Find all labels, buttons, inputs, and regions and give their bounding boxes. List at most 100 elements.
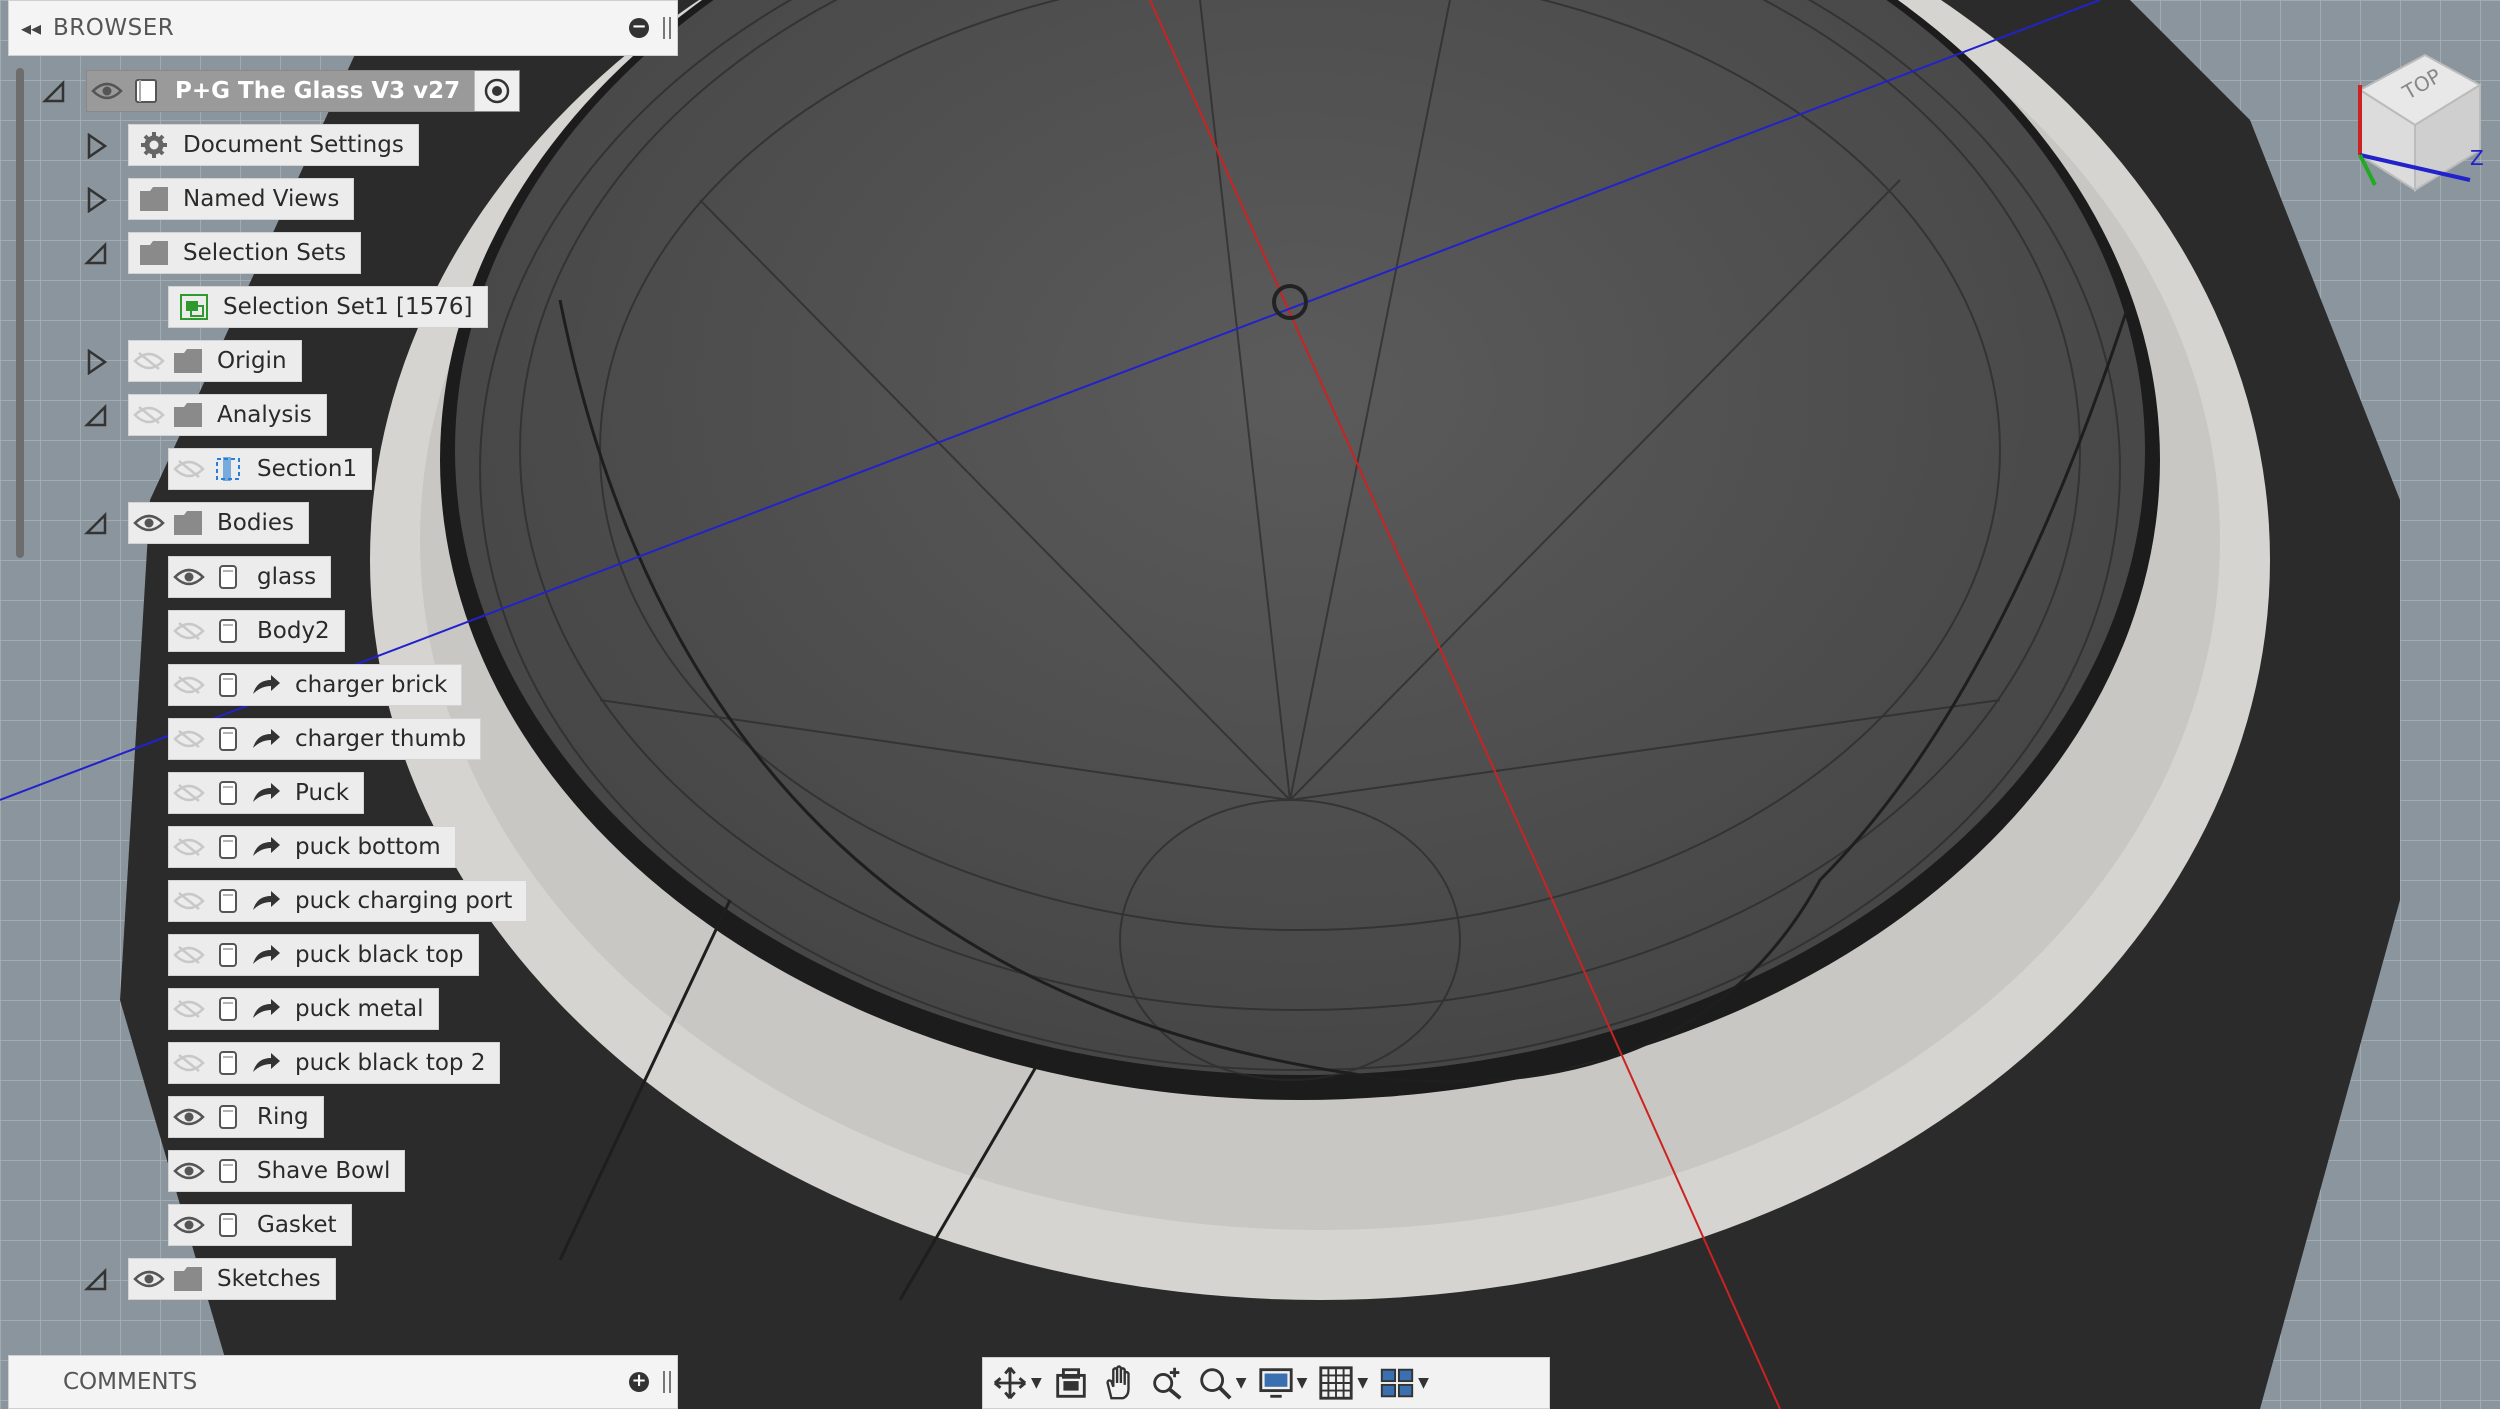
view-cube[interactable]: TOP Z xyxy=(2330,40,2490,200)
section-icon xyxy=(209,449,247,489)
tree-row-body-gasket[interactable]: Gasket xyxy=(168,1204,352,1246)
body-icon xyxy=(209,881,247,921)
tree-row-body-puck-bottom[interactable]: puck bottom xyxy=(168,826,456,868)
minimize-panel-button[interactable]: − xyxy=(629,18,649,38)
collapse-sketches-icon[interactable] xyxy=(78,1258,114,1302)
tree-row-body-charger-brick[interactable]: charger brick xyxy=(168,664,463,706)
tree-row-analysis[interactable]: Analysis xyxy=(128,394,327,436)
tree-item-label: Ring xyxy=(257,1104,309,1130)
tree-row-selection-set1[interactable]: Selection Set1 [1576] xyxy=(168,286,488,328)
visibility-hidden-icon[interactable] xyxy=(169,1043,209,1083)
tree-item-label: Document Settings xyxy=(183,132,404,158)
expand-named-views-icon[interactable] xyxy=(78,178,114,222)
comments-grip-handle[interactable] xyxy=(663,1371,671,1393)
root-component-label: P+G The Glass V3 v27 xyxy=(175,78,461,104)
folder-icon xyxy=(169,395,207,435)
link-arrow-icon xyxy=(247,935,285,975)
component-icon xyxy=(127,71,165,111)
visibility-eye-icon[interactable] xyxy=(169,1205,209,1245)
tree-row-body-ring[interactable]: Ring xyxy=(168,1096,324,1138)
gear-icon xyxy=(135,125,173,165)
tree-row-body-puck-charging-port[interactable]: puck charging port xyxy=(168,880,528,922)
display-dropdown-icon[interactable]: ▼ xyxy=(1297,1375,1308,1391)
browser-title: BROWSER xyxy=(53,15,175,41)
visibility-hidden-icon[interactable] xyxy=(129,341,169,381)
tree-row-named-views[interactable]: Named Views xyxy=(128,178,355,220)
visibility-hidden-icon[interactable] xyxy=(169,773,209,813)
fit-dropdown-icon[interactable]: ▼ xyxy=(1236,1375,1247,1391)
collapse-analysis-icon[interactable] xyxy=(78,394,114,438)
tree-row-document-settings[interactable]: Document Settings xyxy=(128,124,419,166)
tree-row-body-shave-bowl[interactable]: Shave Bowl xyxy=(168,1150,406,1192)
zoom-icon xyxy=(1153,1367,1182,1400)
tree-item-label: Bodies xyxy=(217,510,294,536)
fit-tool[interactable]: ▼ xyxy=(1196,1361,1247,1405)
grid-dropdown-icon[interactable]: ▼ xyxy=(1357,1375,1368,1391)
viewports-tool[interactable]: ▼ xyxy=(1378,1361,1429,1405)
visibility-hidden-icon[interactable] xyxy=(169,989,209,1029)
visibility-hidden-icon[interactable] xyxy=(169,827,209,867)
display-settings-tool[interactable]: ▼ xyxy=(1257,1361,1308,1405)
link-arrow-icon xyxy=(247,719,285,759)
tree-item-label: charger thumb xyxy=(295,726,467,752)
tree-row-body-body2[interactable]: Body2 xyxy=(168,610,345,652)
link-arrow-icon xyxy=(247,665,285,705)
visibility-hidden-icon[interactable] xyxy=(169,665,209,705)
visibility-hidden-icon[interactable] xyxy=(129,395,169,435)
browser-scrollbar[interactable] xyxy=(16,68,24,558)
body-icon xyxy=(209,989,247,1029)
link-arrow-icon xyxy=(247,773,285,813)
expand-document-settings-icon[interactable] xyxy=(78,124,114,168)
expand-root-icon[interactable] xyxy=(36,70,72,114)
tree-item-label: puck black top 2 xyxy=(295,1050,486,1076)
orbit-icon xyxy=(993,1366,1027,1400)
root-component-row[interactable]: P+G The Glass V3 v27 xyxy=(86,70,521,112)
tree-row-body-puck-metal[interactable]: puck metal xyxy=(168,988,439,1030)
collapse-selection-sets-icon[interactable] xyxy=(78,232,114,276)
orbit-dropdown-icon[interactable]: ▼ xyxy=(1031,1375,1042,1391)
visibility-eye-icon[interactable] xyxy=(169,1151,209,1191)
look-at-tool[interactable] xyxy=(1052,1361,1090,1405)
tree-item-label: glass xyxy=(257,564,317,590)
orbit-tool[interactable]: ▼ xyxy=(991,1361,1042,1405)
activate-component-icon[interactable] xyxy=(474,71,520,111)
link-arrow-icon xyxy=(247,989,285,1029)
visibility-hidden-icon[interactable] xyxy=(169,881,209,921)
tree-row-body-puck[interactable]: Puck xyxy=(168,772,365,814)
tree-item-label: charger brick xyxy=(295,672,448,698)
grid-tool[interactable]: ▼ xyxy=(1317,1361,1368,1405)
visibility-hidden-icon[interactable] xyxy=(169,611,209,651)
folder-icon xyxy=(135,179,173,219)
tree-row-body-puck-black-top[interactable]: puck black top xyxy=(168,934,479,976)
tree-row-selection-sets[interactable]: Selection Sets xyxy=(128,232,362,274)
zoom-tool[interactable] xyxy=(1148,1361,1186,1405)
tree-row-body-puck-black-top-2[interactable]: puck black top 2 xyxy=(168,1042,501,1084)
visibility-eye-icon[interactable] xyxy=(87,71,127,111)
collapse-panel-icon[interactable]: ◂◂ xyxy=(9,16,53,40)
collapse-bodies-icon[interactable] xyxy=(78,502,114,546)
visibility-eye-icon[interactable] xyxy=(129,503,169,543)
tree-row-bodies[interactable]: Bodies xyxy=(128,502,309,544)
tree-row-origin[interactable]: Origin xyxy=(128,340,302,382)
tree-row-sketches[interactable]: Sketches xyxy=(128,1258,336,1300)
visibility-eye-icon[interactable] xyxy=(169,1097,209,1137)
tree-item-label: Sketches xyxy=(217,1266,321,1292)
visibility-eye-icon[interactable] xyxy=(169,557,209,597)
tree-item-label: Origin xyxy=(217,348,287,374)
add-comment-button[interactable]: + xyxy=(629,1372,649,1392)
visibility-hidden-icon[interactable] xyxy=(169,719,209,759)
pan-tool[interactable] xyxy=(1100,1361,1138,1405)
viewports-dropdown-icon[interactable]: ▼ xyxy=(1418,1375,1429,1391)
body-icon xyxy=(209,1097,247,1137)
visibility-hidden-icon[interactable] xyxy=(169,449,209,489)
tree-row-section1[interactable]: Section1 xyxy=(168,448,373,490)
panel-grip-handle[interactable] xyxy=(663,17,671,39)
visibility-hidden-icon[interactable] xyxy=(169,935,209,975)
visibility-eye-icon[interactable] xyxy=(129,1259,169,1299)
selset-icon xyxy=(175,287,213,327)
tree-row-body-charger-thumb[interactable]: charger thumb xyxy=(168,718,482,760)
tree-item-label: Puck xyxy=(295,780,350,806)
body-icon xyxy=(209,827,247,867)
tree-row-body-glass[interactable]: glass xyxy=(168,556,332,598)
expand-origin-icon[interactable] xyxy=(78,340,114,384)
